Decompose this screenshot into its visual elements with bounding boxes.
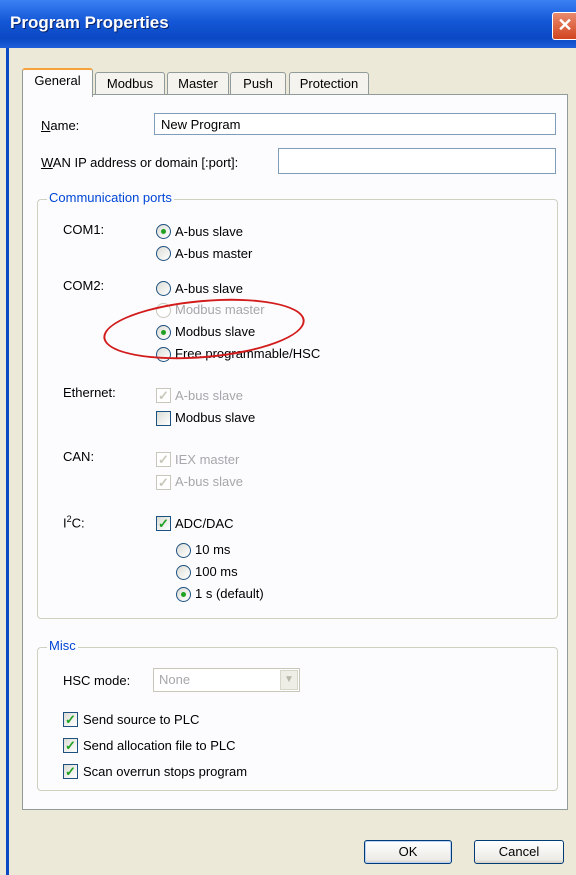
i2c-100ms-radio[interactable] bbox=[176, 565, 191, 580]
cancel-button[interactable]: Cancel bbox=[474, 840, 564, 864]
check-icon: ✓ bbox=[158, 388, 169, 403]
tab-general[interactable]: General bbox=[22, 68, 93, 97]
i2c-10ms-label[interactable]: 10 ms bbox=[195, 542, 230, 557]
com2-abus-slave-label[interactable]: A-bus slave bbox=[175, 281, 243, 296]
com1-abus-master-radio[interactable] bbox=[156, 246, 171, 261]
scan-overrun-label[interactable]: Scan overrun stops program bbox=[83, 764, 247, 779]
check-icon: ✓ bbox=[158, 475, 169, 490]
ethernet-label: Ethernet: bbox=[63, 385, 116, 400]
close-button[interactable]: ✕ bbox=[552, 12, 576, 40]
check-icon: ✓ bbox=[158, 452, 169, 467]
can-abus-slave-checkbox: ✓ bbox=[156, 475, 171, 490]
tab-master[interactable]: Master bbox=[167, 72, 229, 95]
hsc-mode-select: None ▼ bbox=[153, 668, 300, 692]
com1-abus-slave-label[interactable]: A-bus slave bbox=[175, 224, 243, 239]
check-icon: ✓ bbox=[65, 712, 76, 727]
name-input[interactable] bbox=[154, 113, 556, 135]
i2c-adc-dac-label[interactable]: ADC/DAC bbox=[175, 516, 234, 531]
tab-push[interactable]: Push bbox=[230, 72, 286, 95]
com1-label: COM1: bbox=[63, 222, 105, 237]
check-icon: ✓ bbox=[65, 764, 76, 779]
com1-abus-slave-radio[interactable] bbox=[156, 224, 171, 239]
can-iex-master-checkbox: ✓ bbox=[156, 452, 171, 467]
dialog-window: Program Properties ✕ General Modbus Mast… bbox=[0, 0, 576, 875]
wan-label: WAN IP address or domain [:port]: bbox=[41, 155, 239, 170]
ethernet-modbus-slave-label[interactable]: Modbus slave bbox=[175, 410, 255, 425]
can-abus-slave-label: A-bus slave bbox=[175, 474, 243, 489]
title-bar: Program Properties bbox=[0, 0, 576, 48]
com1-abus-master-label[interactable]: A-bus master bbox=[175, 246, 252, 261]
communication-ports-legend: Communication ports bbox=[47, 190, 174, 205]
close-icon: ✕ bbox=[557, 15, 573, 35]
ok-button[interactable]: OK bbox=[364, 840, 452, 864]
check-icon: ✓ bbox=[158, 516, 169, 531]
i2c-1s-label[interactable]: 1 s (default) bbox=[195, 586, 264, 601]
tab-label: Push bbox=[243, 76, 273, 91]
window-title: Program Properties bbox=[10, 13, 169, 32]
ethernet-abus-slave-label: A-bus slave bbox=[175, 388, 243, 403]
wan-input[interactable] bbox=[278, 148, 556, 174]
send-allocation-checkbox[interactable]: ✓ bbox=[63, 738, 78, 753]
hsc-mode-label: HSC mode: bbox=[63, 673, 131, 688]
tab-modbus[interactable]: Modbus bbox=[95, 72, 165, 95]
ethernet-abus-slave-checkbox: ✓ bbox=[156, 388, 171, 403]
communication-ports-group bbox=[37, 199, 558, 619]
tab-protection[interactable]: Protection bbox=[289, 72, 369, 95]
i2c-label: I2C: bbox=[63, 514, 85, 531]
chevron-down-icon: ▼ bbox=[280, 670, 298, 690]
tab-label: Modbus bbox=[106, 76, 154, 91]
send-source-label[interactable]: Send source to PLC bbox=[83, 712, 199, 727]
misc-legend: Misc bbox=[47, 638, 78, 653]
i2c-1s-radio[interactable] bbox=[176, 587, 191, 602]
i2c-100ms-label[interactable]: 100 ms bbox=[195, 564, 238, 579]
tab-label: Protection bbox=[299, 76, 359, 91]
can-label: CAN: bbox=[63, 449, 95, 464]
can-iex-master-label: IEX master bbox=[175, 452, 240, 467]
tab-label: Master bbox=[178, 76, 218, 91]
send-source-checkbox[interactable]: ✓ bbox=[63, 712, 78, 727]
scan-overrun-checkbox[interactable]: ✓ bbox=[63, 764, 78, 779]
check-icon: ✓ bbox=[65, 738, 76, 753]
ethernet-modbus-slave-checkbox[interactable] bbox=[156, 411, 171, 426]
i2c-10ms-radio[interactable] bbox=[176, 543, 191, 558]
com2-label: COM2: bbox=[63, 278, 105, 293]
com2-abus-slave-radio[interactable] bbox=[156, 281, 171, 296]
name-label: Name: bbox=[41, 118, 80, 133]
tab-label: General bbox=[34, 73, 81, 88]
hsc-mode-value: None bbox=[159, 672, 191, 687]
send-allocation-label[interactable]: Send allocation file to PLC bbox=[83, 738, 235, 753]
i2c-adc-dac-checkbox[interactable]: ✓ bbox=[156, 516, 171, 531]
